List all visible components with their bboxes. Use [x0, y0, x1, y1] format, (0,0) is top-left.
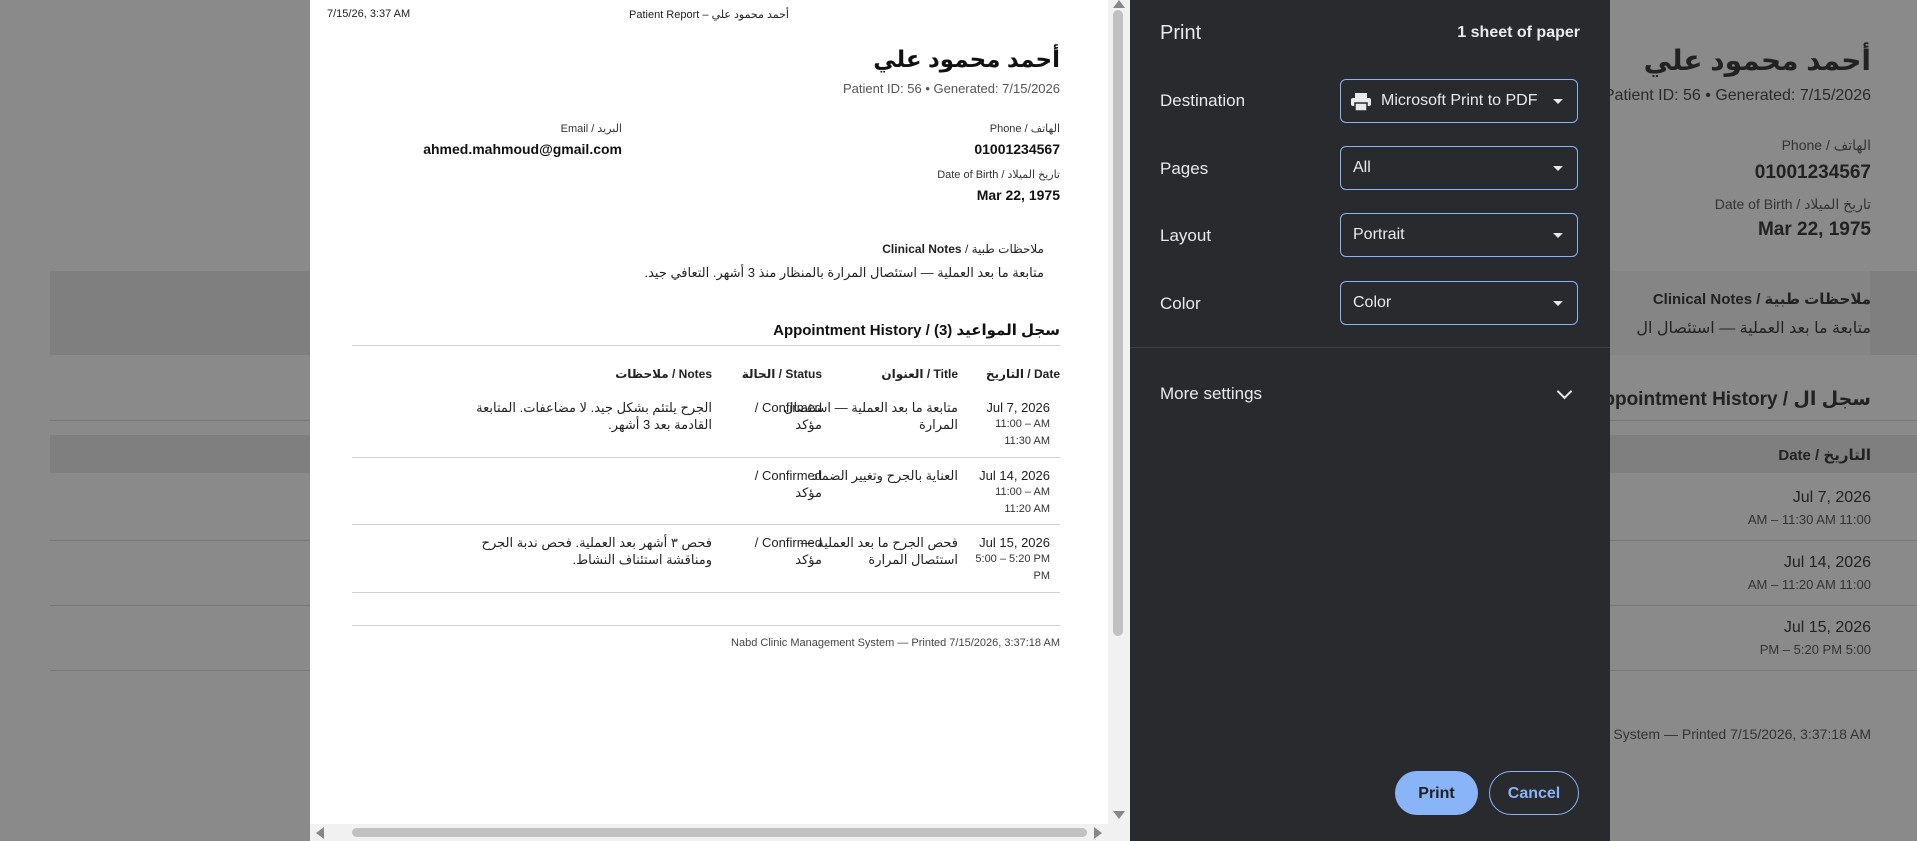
print-footer: Nabd Clinic Management System — Printed … — [731, 637, 1060, 649]
dob-value: Mar 22, 1975 — [976, 187, 1060, 203]
background-row-date: Jul 14, 2026 — [1783, 554, 1871, 571]
chevron-down-icon — [1553, 301, 1563, 306]
scroll-right-icon[interactable] — [1094, 827, 1102, 839]
row-divider — [352, 524, 1060, 525]
phone-value: 01001234567 — [974, 141, 1060, 157]
row-divider — [352, 592, 1060, 593]
sheet-count: 1 sheet of paper — [1457, 24, 1580, 41]
background-row-time: 5:00 PM – 5:20 PM — [1759, 642, 1871, 657]
horizontal-scroll-thumb[interactable] — [352, 828, 1087, 837]
background-phone: 01001234567 — [1754, 162, 1871, 183]
printer-icon — [1351, 93, 1371, 111]
appointment-notes: فحص ٣ أشهر بعد العملية. فحص ندبة الجرح و… — [481, 535, 712, 567]
print-button[interactable]: Print — [1395, 771, 1478, 815]
horizontal-scrollbar[interactable] — [310, 824, 1108, 841]
layout-label: Layout — [1160, 226, 1212, 245]
section-divider — [352, 345, 1060, 346]
layout-select[interactable]: Portrait — [1340, 213, 1578, 257]
background-footer: t System — Printed 7/15/2026, 3:37:18 AM — [1605, 726, 1871, 742]
preview-page: 7/15/26, 3:37 AM Patient Report – أحمد م… — [310, 0, 1108, 841]
background-appointments-title: Appointment History / سجل ال — [1589, 389, 1871, 410]
column-header-date: Date / التاريخ — [985, 367, 1060, 381]
background-row-date: Jul 15, 2026 — [1783, 619, 1871, 636]
panel-divider — [1130, 347, 1610, 348]
appointment-status: Confirmed / مؤكد — [754, 535, 822, 567]
appointment-status: Confirmed / مؤكد — [754, 468, 822, 500]
color-select[interactable]: Color — [1340, 281, 1578, 325]
footer-divider — [352, 625, 1060, 626]
scroll-left-icon[interactable] — [316, 827, 324, 839]
phone-label: Phone / الهاتف — [989, 123, 1060, 135]
clinical-notes-body: متابعة ما بعد العملية — استئصال المرارة … — [644, 265, 1044, 280]
clinical-notes-title: Clinical Notes / ملاحظات طبية — [882, 242, 1044, 256]
column-header-title: Title / العنوان — [881, 367, 958, 381]
color-value: Color — [1353, 294, 1392, 311]
background-notes-box — [1610, 271, 1870, 355]
chevron-down-icon — [1553, 233, 1563, 238]
layout-value: Portrait — [1353, 226, 1405, 243]
scroll-up-icon[interactable] — [1113, 0, 1125, 8]
destination-label: Destination — [1160, 91, 1246, 110]
email-value: ahmed.mahmoud@gmail.com — [423, 141, 622, 157]
appointments-title: Appointment History / سجل المواعيد (3) — [773, 322, 1060, 339]
vertical-scrollbar[interactable] — [1108, 0, 1130, 841]
more-settings-label: More settings — [1160, 384, 1263, 403]
background-dob-label: Date of Birth / تاريخ الميلاد — [1714, 196, 1871, 212]
patient-name: أحمد محمود علي — [873, 46, 1060, 72]
pages-select[interactable]: All — [1340, 146, 1578, 190]
chevron-down-icon — [1553, 99, 1563, 104]
background-date-header: Date / التاريخ — [1778, 447, 1871, 464]
appointment-notes: الجرح يلتئم بشكل جيد. لا مضاعفات. المتاب… — [476, 400, 712, 432]
print-dialog-title: Print — [1160, 22, 1202, 44]
pages-value: All — [1353, 159, 1371, 176]
destination-value: Microsoft Print to PDF — [1381, 92, 1538, 109]
pages-label: Pages — [1160, 159, 1209, 178]
dob-label: Date of Birth / تاريخ الميلاد — [937, 169, 1060, 181]
background-row-date: Jul 7, 2026 — [1792, 489, 1871, 506]
background-dob: Mar 22, 1975 — [1757, 219, 1871, 240]
column-header-status: Status / الحالة — [741, 367, 822, 381]
background-row-time: 11:00 AM – 11:30 AM — [1747, 512, 1871, 527]
appointment-date: Jul 15, 2026 5:00 – 5:20 PM PM — [975, 535, 1050, 582]
destination-select[interactable]: Microsoft Print to PDF — [1340, 79, 1578, 123]
vertical-scroll-thumb[interactable] — [1113, 10, 1123, 636]
background-notes-text: متابعة ما بعد العملية — استئصال ال — [1636, 320, 1871, 337]
cancel-button[interactable]: Cancel — [1489, 771, 1579, 815]
color-label: Color — [1160, 294, 1201, 313]
appointment-date: Jul 7, 2026 11:00 – AM 11:30 AM — [986, 400, 1050, 447]
row-divider — [352, 457, 1060, 458]
print-preview-area: 7/15/26, 3:37 AM Patient Report – أحمد م… — [310, 0, 1130, 841]
chevron-down-icon — [1553, 166, 1563, 171]
chevron-down-icon — [1556, 383, 1573, 400]
patient-meta: Patient ID: 56 • Generated: 7/15/2026 — [842, 81, 1060, 96]
column-header-notes: Notes / ملاحظات — [615, 367, 712, 381]
print-header-title: Patient Report – أحمد محمود علي — [629, 9, 789, 21]
background-patient-name: أحمد محمود علي — [1643, 45, 1871, 76]
appointment-date: Jul 14, 2026 11:00 – AM 11:20 AM — [979, 468, 1050, 515]
scroll-down-icon[interactable] — [1113, 811, 1125, 819]
background-patient-meta: Patient ID: 56 • Generated: 7/15/2026 — [1603, 87, 1871, 104]
print-settings-panel: Print 1 sheet of paper Destination Micro… — [1130, 0, 1610, 841]
email-label: Email / البريد — [560, 123, 622, 135]
appointment-status: Confirmed / مؤكد — [754, 400, 822, 432]
background-phone-label: Phone / الهاتف — [1781, 137, 1871, 153]
background-notes-title: Clinical Notes / ملاحظات طبية — [1652, 291, 1871, 308]
background-row-time: 11:00 AM – 11:20 AM — [1747, 577, 1871, 592]
